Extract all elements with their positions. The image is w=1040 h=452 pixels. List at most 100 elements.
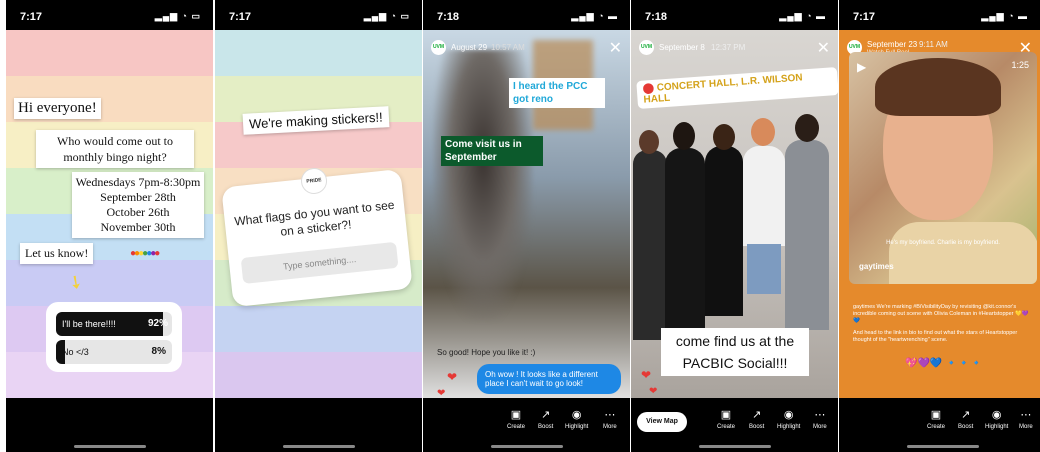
story-caption: come find us at the PACBIC Social!!!: [661, 328, 809, 376]
poll-option-2[interactable]: No </3 8%: [56, 340, 172, 364]
close-icon[interactable]: ✕: [817, 38, 830, 58]
bottom-bar: View Map ▣ Create ↗ Boost ◉ Highlight ⋯ More: [631, 398, 838, 452]
trend-arrow-icon: ↗: [752, 409, 762, 421]
header-date: September 23: [867, 40, 918, 49]
close-icon[interactable]: ✕: [609, 38, 622, 58]
reel-subtitle: He's my boyfriend. Charlie is my boyfrie…: [886, 240, 1000, 246]
action-label: Create: [717, 424, 736, 430]
poll-sticker: I'll be there!!!! 92% No </3 8%: [46, 302, 182, 372]
location-pin-icon: ⬤: [642, 82, 655, 95]
date-line: Wednesdays 7pm-8:30pm: [75, 175, 201, 189]
boost-action[interactable]: ↗ Boost: [958, 408, 973, 438]
bottom-bar: [6, 398, 213, 452]
stories-row: 7:17 ▂▄▆ ◔ ▭ Hi everyone! Who would come…: [0, 0, 1040, 452]
social-story[interactable]: UVM September 8 12:37 PM ✕ ⬤ CONCERT HAL…: [631, 30, 838, 398]
home-indicator: [283, 445, 355, 448]
action-label: More: [813, 424, 827, 430]
status-time: 7:18: [645, 11, 668, 23]
home-indicator: [907, 445, 979, 448]
reel-account: gaytimes: [859, 262, 894, 271]
status-time: 7:17: [229, 11, 252, 23]
status-bar: 7:17 ▂▄▆ ◔ ▭: [6, 0, 213, 30]
pcc-story[interactable]: UVM August 29 10:57 AM ✕ I heard the PCC…: [423, 30, 630, 398]
action-label: Boost: [749, 424, 765, 430]
phone-screen-1: 7:17 ▂▄▆ ◔ ▭ Hi everyone! Who would come…: [6, 0, 213, 452]
heart-icon: ❤: [447, 370, 458, 384]
location-sticker[interactable]: ⬤ CONCERT HALL, L.R. WILSON HALL: [636, 67, 838, 109]
highlight-action[interactable]: ◉ Highlight: [565, 408, 588, 438]
highlight-icon: ◉: [991, 409, 1002, 421]
reply-message-in: So good! Hope you like it! :): [437, 348, 536, 357]
reply-message-out: Oh wow ! It looks like a different place…: [477, 364, 621, 394]
more-action[interactable]: ⋯ More: [603, 408, 617, 438]
reel-caption: gaytimes We're marking #BiVisibilityDay …: [853, 304, 1033, 344]
question-sticker: PRIDE What flags do you want to see on a…: [221, 166, 413, 308]
action-label: More: [1019, 424, 1033, 430]
heart-icon: ❤: [649, 386, 658, 397]
account-avatar[interactable]: UVM: [639, 40, 654, 55]
header-date: August 29: [451, 43, 488, 52]
bottom-bar: ▣ Create ↗ Boost ◉ Highlight ⋯ More: [839, 398, 1040, 452]
trend-arrow-icon: ↗: [961, 409, 971, 421]
more-action[interactable]: ⋯ More: [813, 408, 827, 438]
status-time: 7:18: [437, 11, 460, 23]
header-time: 10:57 AM: [491, 43, 525, 52]
bottom-bar: ▣ Create ↗ Boost ◉ Highlight ⋯ More: [423, 398, 630, 452]
highlight-action[interactable]: ◉ Highlight: [985, 408, 1008, 438]
phone-screen-4: 7:18 ▂▄▆ ◔ ▬ UVM September 8 12:37 PM ✕ …: [631, 0, 838, 452]
highlight-icon: ◉: [571, 409, 582, 421]
status-bar: 7:17 ▂▄▆ ◔ ▬: [839, 0, 1040, 30]
location-label: CONCERT HALL, L.R. WILSON HALL: [643, 72, 803, 106]
create-icon: ▣: [510, 409, 522, 421]
home-indicator: [74, 445, 146, 448]
status-icons: ▂▄▆ ◔ ▭: [363, 11, 410, 21]
action-label: Highlight: [985, 424, 1009, 430]
poll-option-1[interactable]: I'll be there!!!! 92%: [56, 312, 172, 336]
create-action[interactable]: ▣ Create: [717, 408, 735, 438]
action-label: Highlight: [777, 424, 801, 430]
view-map-button[interactable]: View Map: [637, 412, 687, 432]
date-line: October 26th: [106, 205, 170, 219]
boost-action[interactable]: ↗ Boost: [538, 408, 553, 438]
bingo-story[interactable]: Hi everyone! Who would come out to month…: [6, 30, 213, 398]
poll-option-pct: 92%: [147, 318, 168, 329]
bottom-bar: [215, 398, 422, 452]
reel-preview[interactable]: ▶ 1:25 He's my boyfriend. Charlie is my …: [849, 52, 1037, 284]
more-action[interactable]: ⋯ More: [1019, 408, 1033, 438]
phone-screen-3: 7:18 ▂▄▆ ◔ ▬ UVM August 29 10:57 AM ✕ I …: [423, 0, 630, 452]
account-avatar[interactable]: UVM: [431, 40, 446, 55]
boost-action[interactable]: ↗ Boost: [749, 408, 764, 438]
hair-shape: [875, 58, 1001, 116]
header-time: 12:37 PM: [711, 43, 746, 52]
more-icon: ⋯: [604, 409, 616, 421]
status-icons: ▂▄▆ ◔ ▭: [154, 11, 201, 21]
caption-line: gaytimes We're marking #BiVisibilityDay …: [853, 304, 1029, 324]
story-header: UVM August 29 10:57 AM ✕: [431, 40, 622, 60]
question-text: Who would come out to monthly bingo nigh…: [36, 130, 194, 168]
status-bar: 7:18 ▂▄▆ ◔ ▬: [631, 0, 838, 30]
date-line: November 30th: [100, 220, 176, 234]
status-icons: ▂▄▆ ◔ ▬: [779, 11, 826, 21]
phone-screen-2: 7:17 ▂▄▆ ◔ ▭ We're making stickers!! PRI…: [215, 0, 422, 452]
reel-icon: ▶: [857, 60, 867, 74]
more-icon: ⋯: [814, 409, 826, 421]
story-text-tag: I heard the PCC got reno: [509, 78, 605, 108]
heart-icon: ❤: [437, 388, 446, 398]
shirt-shape: [889, 222, 1037, 284]
story-text-tag: Come visit us in September: [441, 136, 543, 166]
status-icons: ▂▄▆ ◔ ▬: [981, 11, 1028, 21]
reel-share-story[interactable]: UVM September 23 9:11 AM Watch Full Reel…: [839, 30, 1040, 398]
story-header: UVM September 8 12:37 PM ✕: [639, 40, 830, 60]
answer-input[interactable]: Type something....: [240, 241, 399, 284]
action-label: Highlight: [565, 424, 589, 430]
create-action[interactable]: ▣ Create: [507, 408, 525, 438]
action-label: Create: [927, 424, 946, 430]
create-icon: ▣: [930, 409, 942, 421]
status-time: 7:17: [20, 11, 43, 23]
stickers-story[interactable]: We're making stickers!! PRIDE What flags…: [215, 30, 422, 398]
header-date: September 8: [659, 43, 705, 52]
highlight-action[interactable]: ◉ Highlight: [777, 408, 800, 438]
heart-icon: ❤: [641, 368, 652, 382]
create-action[interactable]: ▣ Create: [927, 408, 945, 438]
emoji-hearts: 💖💜💙 🔹🔹🔹: [905, 358, 983, 369]
